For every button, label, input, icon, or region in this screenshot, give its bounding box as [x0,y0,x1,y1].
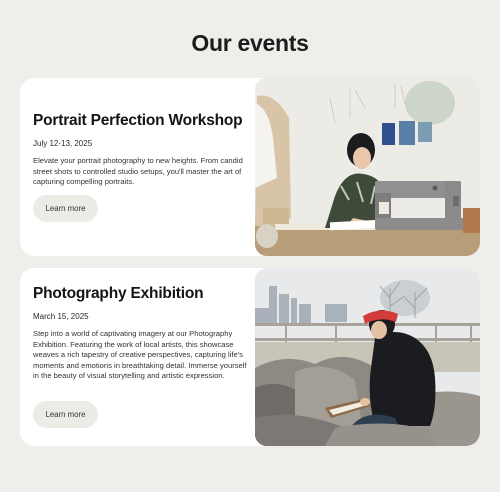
learn-more-button[interactable]: Learn more [33,195,98,222]
events-page: Our events Portrait Perfection Workshop … [0,0,500,492]
event-image-exhibition [255,268,480,446]
page-title: Our events [191,30,309,56]
learn-more-button[interactable]: Learn more [33,401,98,428]
event-title: Portrait Perfection Workshop [33,112,243,129]
event-image-sewing [255,78,480,256]
event-card-body: Photography Exhibition March 15, 2025 St… [33,285,253,382]
event-card-body: Portrait Perfection Workshop July 12-13,… [33,112,253,188]
woman-sketching-on-rocks-image [255,268,480,446]
event-card: Photography Exhibition March 15, 2025 St… [20,268,480,446]
event-date: March 15, 2025 [33,312,89,321]
event-card: Portrait Perfection Workshop July 12-13,… [20,78,480,256]
event-description: Elevate your portrait photography to new… [33,156,243,187]
event-date: July 12-13, 2025 [33,139,93,148]
woman-at-sewing-machine-image [255,78,480,256]
event-description: Step into a world of captivating imagery… [33,329,247,381]
event-title: Photography Exhibition [33,285,204,302]
